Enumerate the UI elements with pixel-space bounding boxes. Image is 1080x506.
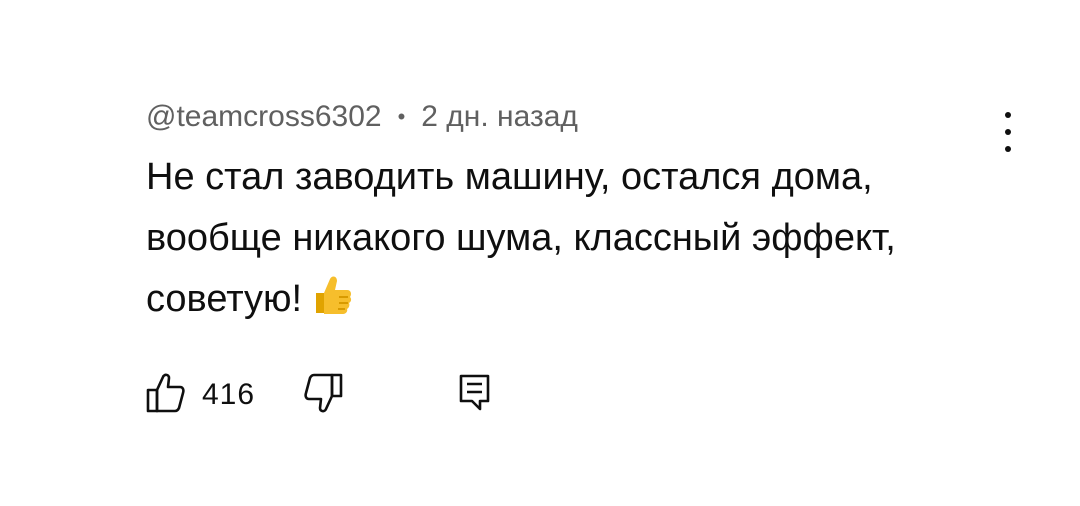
reply-button[interactable] xyxy=(458,373,492,418)
comment-time[interactable]: 2 дн. назад xyxy=(421,92,578,142)
like-button[interactable]: 416 xyxy=(146,372,255,419)
comment-line-text: советую! xyxy=(146,278,303,320)
thumbs-down-outline-icon xyxy=(303,372,343,419)
thumbs-up-outline-icon xyxy=(146,372,186,419)
comment-line: Не стал заводить машину, остался дома, xyxy=(146,156,873,198)
thumbs-up-emoji-icon xyxy=(310,273,354,336)
comment-text: Не стал заводить машину, остался дома, в… xyxy=(146,147,1006,336)
comment-line: советую! xyxy=(146,269,1006,336)
meta-separator: • xyxy=(397,104,406,129)
like-count: 416 xyxy=(202,378,256,411)
menu-dot xyxy=(1005,146,1011,152)
comment-actions: 416 xyxy=(146,372,492,418)
author-handle[interactable]: @teamcross6302 xyxy=(146,92,382,142)
menu-dot xyxy=(1005,112,1011,118)
dislike-button[interactable] xyxy=(303,372,343,419)
menu-dot xyxy=(1005,129,1011,135)
comment: @teamcross6302 • 2 дн. назад Не стал зав… xyxy=(146,92,1006,336)
comment-reply-icon xyxy=(458,373,492,418)
comment-line: вообще никакого шума, классный эффект, xyxy=(146,217,896,259)
more-vertical-icon[interactable] xyxy=(994,112,1022,152)
comment-header: @teamcross6302 • 2 дн. назад xyxy=(146,92,1006,142)
